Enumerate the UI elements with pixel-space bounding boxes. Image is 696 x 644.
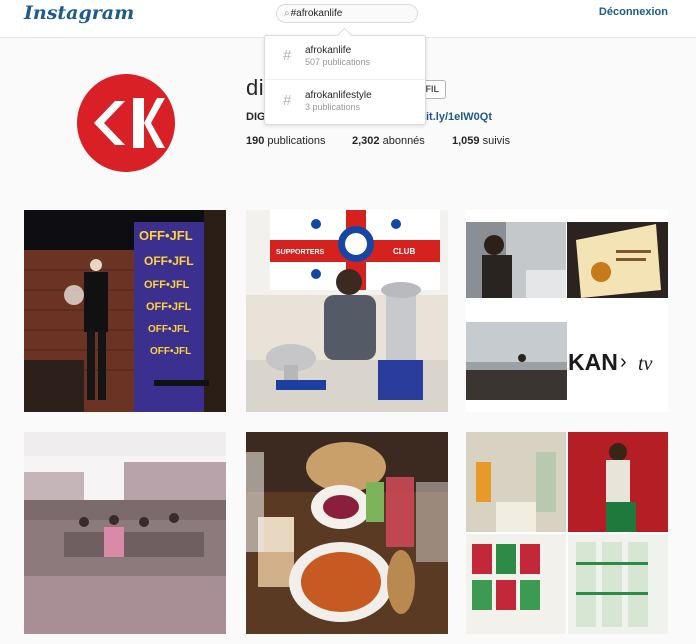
- photo-rooftop-terrace[interactable]: [24, 432, 226, 634]
- banner-text: OFF•JFL: [150, 346, 191, 357]
- profile-avatar[interactable]: [77, 74, 175, 172]
- hashtag-icon: #: [283, 92, 292, 109]
- banner-text: OFF•JFL: [144, 279, 190, 291]
- following-stat[interactable]: 1,059 suivis: [452, 135, 510, 147]
- search-suggestion-afrokanlife[interactable]: # afrokanlife 507 publications: [265, 36, 425, 80]
- play-logo-icon: [94, 98, 165, 148]
- kan-tv-logo-text: KAN: [568, 349, 618, 375]
- search-value: #afrokanlife: [290, 8, 343, 19]
- photo-kan-tv-collage[interactable]: KAN › tv: [466, 210, 668, 412]
- following-label: suivis: [482, 135, 511, 147]
- search-icon: ⌕: [284, 8, 290, 19]
- instagram-logo[interactable]: Instagram: [24, 2, 134, 24]
- photo-chelsea-trophies[interactable]: SUPPORTERS CLUB: [246, 210, 448, 412]
- followers-stat[interactable]: 2,302 abonnés: [352, 135, 425, 147]
- suggestion-name: afrokanlifestyle: [305, 90, 372, 101]
- banner-text: OFF•JFL: [144, 254, 194, 268]
- posts-label: publications: [267, 135, 326, 147]
- search-suggestions-dropdown: # afrokanlife 507 publications # afrokan…: [264, 35, 426, 125]
- photo-brunch-table[interactable]: [246, 432, 448, 634]
- suggestion-count: 507 publications: [305, 57, 371, 67]
- suggestion-name: afrokanlife: [305, 45, 352, 56]
- banner-text: SUPPORTERS: [276, 249, 325, 256]
- logout-link[interactable]: Déconnexion: [599, 6, 668, 18]
- search-input[interactable]: ⌕#afrokanlife: [276, 4, 418, 23]
- followers-count: 2,302: [352, 135, 380, 147]
- following-count: 1,059: [452, 135, 480, 147]
- banner-text: OFF•JFL: [148, 324, 189, 335]
- suggestion-count: 3 publications: [305, 102, 361, 112]
- photo-kilamsi-product-collage[interactable]: [466, 432, 668, 634]
- kan-tv-chevron-icon: ›: [620, 351, 627, 373]
- search-suggestion-afrokanlifestyle[interactable]: # afrokanlifestyle 3 publications: [265, 81, 425, 125]
- posts-count: 190: [246, 135, 265, 147]
- banner-text: CLUB: [393, 247, 415, 256]
- profile-full-name: DIG: [246, 111, 266, 123]
- profile-bio-link[interactable]: it.ly/1elW0Qt: [426, 111, 492, 123]
- posts-stat: 190 publications: [246, 135, 326, 147]
- banner-text: OFF•JFL: [146, 301, 192, 313]
- photo-comedy-stage[interactable]: OFF•JFL OFF•JFL OFF•JFL OFF•JFL OFF•JFL …: [24, 210, 226, 412]
- hashtag-icon: #: [283, 47, 292, 64]
- banner-text: OFF•JFL: [139, 228, 193, 243]
- followers-label: abonnés: [382, 135, 425, 147]
- kan-tv-logo-text: tv: [638, 353, 653, 375]
